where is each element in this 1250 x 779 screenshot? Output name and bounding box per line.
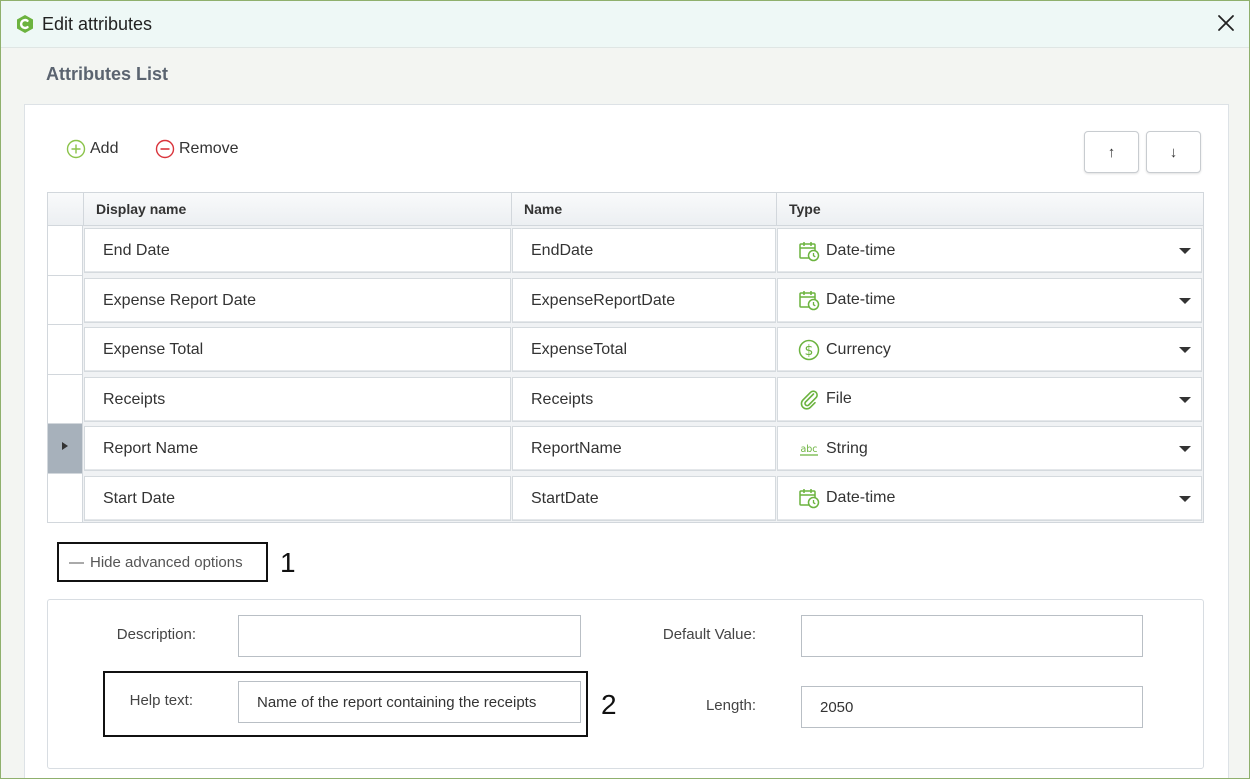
calendar-clock-icon <box>798 240 820 262</box>
description-input[interactable] <box>238 615 581 657</box>
name-cell[interactable]: EndDate <box>512 228 776 273</box>
dropdown-arrow-icon[interactable] <box>1179 446 1191 452</box>
app-logo-icon <box>17 15 33 33</box>
paperclip-icon <box>798 388 820 410</box>
close-icon[interactable] <box>1215 12 1237 34</box>
table-row[interactable]: Report Name ReportName abc String <box>48 424 1203 474</box>
display-name-cell[interactable]: Expense Report Date <box>84 277 511 323</box>
type-label: Date-time <box>826 291 896 308</box>
remove-button[interactable]: Remove <box>155 138 239 160</box>
collapse-dash-icon: — <box>69 553 84 571</box>
row-selector[interactable] <box>48 226 83 276</box>
table-row[interactable]: Start Date StartDate Date-time <box>48 473 1203 523</box>
default-value-label: Default Value: <box>662 626 756 643</box>
type-dropdown[interactable]: abc String <box>777 426 1202 471</box>
table-row[interactable]: End Date EndDate Date-time <box>48 226 1203 276</box>
type-label: Date-time <box>826 241 896 259</box>
column-type[interactable]: Type <box>776 193 1203 226</box>
row-selector[interactable] <box>48 374 83 424</box>
callout-2: 2 <box>601 689 617 720</box>
table-row[interactable]: Expense Total ExpenseTotal $ Currency <box>48 325 1203 375</box>
name-cell[interactable]: StartDate <box>512 475 776 521</box>
help-text-label: Help text: <box>129 692 193 709</box>
current-row-arrow-icon <box>62 442 68 450</box>
arrow-up-icon: ↑ <box>1107 143 1116 161</box>
calendar-clock-icon <box>798 487 820 509</box>
arrow-down-icon: ↓ <box>1169 143 1178 161</box>
edit-attributes-dialog: Edit attributes Attributes List Add Remo… <box>0 0 1250 779</box>
calendar-clock-icon <box>798 289 820 311</box>
add-button[interactable]: Add <box>66 138 118 160</box>
default-value-input[interactable] <box>801 615 1143 657</box>
display-name-cell[interactable]: Expense Total <box>84 327 511 372</box>
dollar-icon: $ <box>798 339 820 361</box>
length-input[interactable] <box>801 686 1143 728</box>
hide-advanced-options-button[interactable]: — Hide advanced options <box>57 542 268 582</box>
type-dropdown[interactable]: File <box>777 376 1202 422</box>
grid-header: Display name Name Type <box>48 193 1203 226</box>
hide-advanced-options-label: Hide advanced options <box>90 553 243 571</box>
row-selector[interactable] <box>48 473 83 523</box>
display-name-cell[interactable]: Report Name <box>84 426 511 471</box>
type-label: File <box>826 390 852 407</box>
type-label: String <box>826 439 868 457</box>
attributes-list-title: Attributes List <box>46 64 169 84</box>
display-name-cell[interactable]: End Date <box>84 228 511 273</box>
abc-icon: abc <box>798 438 820 460</box>
type-dropdown[interactable]: Date-time <box>777 475 1202 521</box>
svg-text:abc: abc <box>800 444 817 455</box>
dropdown-arrow-icon[interactable] <box>1179 297 1191 304</box>
description-label: Description: <box>116 626 196 643</box>
row-selector[interactable] <box>48 424 83 474</box>
type-dropdown[interactable]: Date-time <box>777 228 1202 273</box>
type-label: Date-time <box>826 489 896 506</box>
type-label: Currency <box>826 340 891 358</box>
name-cell[interactable]: ExpenseReportDate <box>512 277 776 323</box>
dropdown-arrow-icon[interactable] <box>1179 248 1191 254</box>
table-row[interactable]: Expense Report Date ExpenseReportDate Date… <box>48 275 1203 325</box>
type-dropdown[interactable]: $ Currency <box>777 327 1202 372</box>
column-name[interactable]: Name <box>511 193 776 226</box>
table-row[interactable]: Receipts Receipts File <box>48 374 1203 424</box>
dropdown-arrow-icon[interactable] <box>1179 396 1191 403</box>
row-selector[interactable] <box>48 325 83 375</box>
column-display-name[interactable]: Display name <box>83 193 511 226</box>
name-cell[interactable]: ReportName <box>512 426 776 471</box>
minus-circle-icon <box>155 139 175 159</box>
add-label: Add <box>90 140 119 157</box>
dropdown-arrow-icon[interactable] <box>1179 347 1191 353</box>
row-selector[interactable] <box>48 275 83 325</box>
length-label: Length: <box>705 697 756 714</box>
remove-label: Remove <box>179 140 239 157</box>
window-title: Edit attributes <box>42 14 153 34</box>
display-name-cell[interactable]: Start Date <box>84 475 511 521</box>
title-bar: Edit attributes <box>1 1 1249 48</box>
help-text-input[interactable] <box>238 681 581 723</box>
display-name-cell[interactable]: Receipts <box>84 376 511 422</box>
plus-circle-icon <box>66 139 86 159</box>
dropdown-arrow-icon[interactable] <box>1179 495 1191 502</box>
callout-1: 1 <box>280 547 296 578</box>
svg-text:$: $ <box>805 343 814 359</box>
name-cell[interactable]: Receipts <box>512 376 776 422</box>
type-dropdown[interactable]: Date-time <box>777 277 1202 323</box>
move-up-button[interactable]: ↑ <box>1084 131 1139 173</box>
move-down-button[interactable]: ↓ <box>1146 131 1201 173</box>
attributes-grid: Display name Name Type End Date EndDate Da… <box>47 192 1204 523</box>
name-cell[interactable]: ExpenseTotal <box>512 327 776 372</box>
